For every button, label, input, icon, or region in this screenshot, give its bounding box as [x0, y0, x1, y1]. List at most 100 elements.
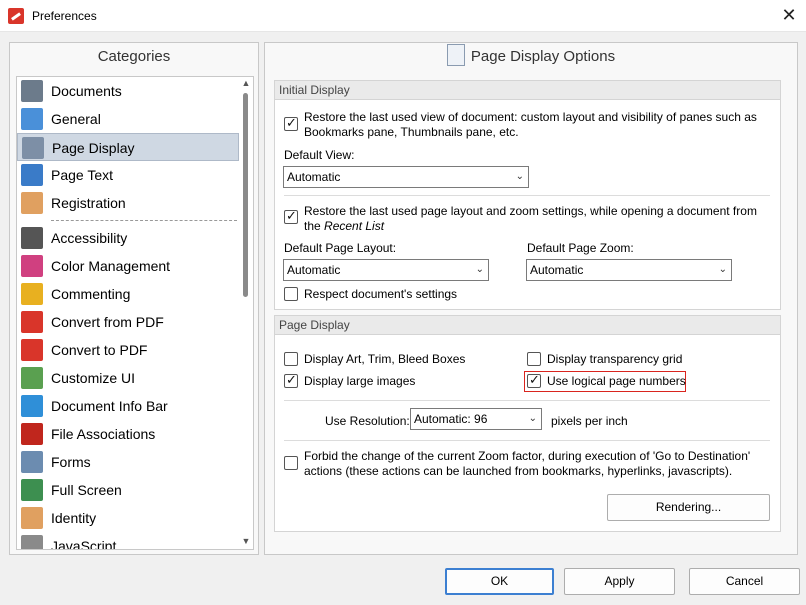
- resolution-unit: pixels per inch: [551, 414, 628, 428]
- commenting-icon: [21, 283, 43, 305]
- restore-layout-checkbox[interactable]: [284, 209, 298, 224]
- accessibility-glasses-icon: [21, 227, 43, 249]
- apply-button[interactable]: Apply: [564, 568, 675, 595]
- display-transparency-checkbox[interactable]: [527, 352, 541, 366]
- divider: [284, 440, 770, 441]
- identity-icon: [21, 507, 43, 529]
- category-item-identity[interactable]: Identity: [17, 504, 239, 532]
- pdf-file-icon: [21, 423, 43, 445]
- category-item-page-text[interactable]: Page Text: [17, 161, 239, 189]
- restore-view-text-2: Bookmarks pane, Thumbnails pane, etc.: [304, 125, 519, 139]
- category-item-file-associations[interactable]: File Associations: [17, 420, 239, 448]
- category-item-general[interactable]: General: [17, 105, 239, 133]
- logical-page-numbers-label: Use logical page numbers: [547, 374, 686, 388]
- category-label: Color Management: [51, 258, 171, 274]
- full-screen-icon: [21, 479, 43, 501]
- resolution-select[interactable]: Automatic: 96 ⌄: [410, 408, 542, 430]
- scroll-down-icon[interactable]: ▼: [241, 535, 251, 547]
- respect-settings-checkbox[interactable]: [284, 287, 298, 301]
- restore-view-checkbox[interactable]: [284, 116, 298, 131]
- page-display-header-icon: [446, 44, 465, 67]
- color-wheel-icon: [21, 255, 43, 277]
- default-view-select[interactable]: Automatic ⌄: [283, 166, 529, 188]
- category-label: Full Screen: [51, 482, 122, 498]
- display-large-images-label: Display large images: [304, 374, 416, 388]
- page-display-options-header: Page Display Options: [265, 43, 797, 71]
- default-page-layout-label: Default Page Layout:: [284, 241, 397, 255]
- default-page-zoom-select[interactable]: Automatic ⌄: [526, 259, 732, 281]
- use-resolution-label: Use Resolution:: [325, 414, 410, 428]
- convert-to-pdf-icon: [21, 339, 43, 361]
- display-art-checkbox[interactable]: [284, 352, 298, 366]
- convert-from-pdf-icon: [21, 311, 43, 333]
- divider: [284, 195, 770, 196]
- category-separator: [51, 220, 237, 221]
- scroll-up-icon[interactable]: ▲: [241, 77, 251, 89]
- registration-user-icon: [21, 192, 43, 214]
- category-item-javascript[interactable]: JavaScript: [17, 532, 239, 550]
- category-label: Accessibility: [51, 230, 128, 246]
- category-label: General: [51, 111, 101, 127]
- category-item-customize-ui[interactable]: Customize UI: [17, 364, 239, 392]
- category-label: Forms: [51, 454, 91, 470]
- category-item-convert-to-pdf[interactable]: Convert to PDF: [17, 336, 239, 364]
- category-label: Document Info Bar: [51, 398, 168, 414]
- forbid-zoom-text-1: Forbid the change of the current Zoom fa…: [304, 449, 751, 463]
- general-settings-icon: [21, 108, 43, 130]
- categories-header: Categories: [97, 48, 171, 65]
- display-transparency-label: Display transparency grid: [547, 352, 683, 366]
- rendering-button[interactable]: Rendering...: [607, 494, 770, 521]
- categories-list[interactable]: ▲ ▼ Documents General Page Display Page Tex…: [16, 76, 254, 550]
- category-label: JavaScript: [51, 538, 117, 550]
- category-item-full-screen[interactable]: Full Screen: [17, 476, 239, 504]
- category-label: Convert from PDF: [51, 314, 164, 330]
- default-page-zoom-label: Default Page Zoom:: [527, 241, 634, 255]
- forbid-zoom-text-2: actions (these actions can be launched f…: [304, 464, 733, 478]
- category-item-convert-from-pdf[interactable]: Convert from PDF: [17, 308, 239, 336]
- page-text-icon: [21, 164, 43, 186]
- close-icon[interactable]: ✕: [776, 4, 802, 26]
- cancel-button[interactable]: Cancel: [689, 568, 800, 595]
- category-item-documents[interactable]: Documents: [17, 77, 239, 105]
- category-label: Page Display: [52, 140, 135, 156]
- default-page-layout-select[interactable]: Automatic ⌄: [283, 259, 489, 281]
- ok-button[interactable]: OK: [445, 568, 554, 595]
- category-item-registration[interactable]: Registration: [17, 189, 239, 217]
- category-item-accessibility[interactable]: Accessibility: [17, 224, 239, 252]
- category-label: Commenting: [51, 286, 131, 302]
- scrollbar-thumb[interactable]: [243, 93, 248, 297]
- category-label: Customize UI: [51, 370, 136, 386]
- category-label: Page Text: [51, 167, 114, 183]
- app-logo-icon: [8, 8, 24, 24]
- category-label: Convert to PDF: [51, 342, 148, 358]
- category-label: Registration: [51, 195, 126, 211]
- chevron-down-icon: ⌄: [528, 413, 537, 424]
- divider: [284, 400, 770, 401]
- chevron-down-icon: ⌄: [718, 264, 727, 275]
- category-item-page-display[interactable]: Page Display: [17, 133, 239, 161]
- page-display-icon: [22, 137, 44, 159]
- default-view-label: Default View:: [284, 148, 355, 162]
- documents-icon: [21, 80, 43, 102]
- forms-icon: [21, 451, 43, 473]
- title-bar: Preferences ✕: [0, 0, 806, 32]
- category-item-document-info-bar[interactable]: Document Info Bar: [17, 392, 239, 420]
- logical-page-numbers-checkbox[interactable]: [527, 373, 541, 388]
- categories-scrollbar[interactable]: ▲ ▼: [240, 77, 252, 547]
- initial-display-title: Initial Display: [275, 81, 780, 100]
- customize-ui-icon: [21, 367, 43, 389]
- javascript-icon: [21, 535, 43, 549]
- category-label: File Associations: [51, 426, 156, 442]
- category-label: Identity: [51, 510, 97, 526]
- category-item-color-management[interactable]: Color Management: [17, 252, 239, 280]
- category-item-commenting[interactable]: Commenting: [17, 280, 239, 308]
- category-item-forms[interactable]: Forms: [17, 448, 239, 476]
- restore-layout-text-2: the Recent List: [304, 219, 385, 233]
- info-icon: [21, 395, 43, 417]
- restore-view-text-1: Restore the last used view of document: …: [304, 110, 757, 124]
- display-art-label: Display Art, Trim, Bleed Boxes: [304, 352, 466, 366]
- forbid-zoom-checkbox[interactable]: [284, 456, 298, 470]
- category-label: Documents: [51, 83, 122, 99]
- window-title: Preferences: [32, 9, 97, 23]
- display-large-images-checkbox[interactable]: [284, 373, 298, 388]
